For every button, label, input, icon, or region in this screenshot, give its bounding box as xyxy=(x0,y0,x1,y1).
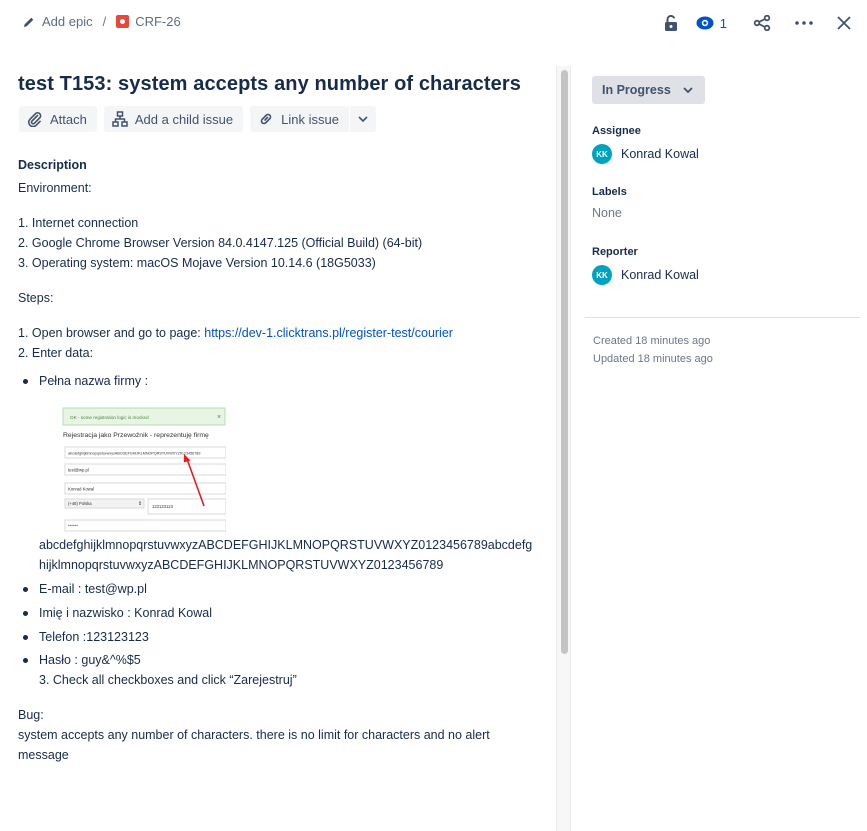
svg-text:⇕: ⇕ xyxy=(138,501,142,507)
step-3: 3. Check all checkboxes and click “Zarej… xyxy=(39,673,297,687)
breadcrumb: Add epic / CRF-26 xyxy=(22,14,181,29)
add-child-label: Add a child issue xyxy=(134,111,234,127)
close-button[interactable] xyxy=(831,10,857,36)
issue-title[interactable]: test T153: system accepts any number of … xyxy=(18,73,521,96)
assignee-name: Konrad Kowal xyxy=(621,147,699,161)
labels-value[interactable]: None xyxy=(592,206,862,220)
bug-text: system accepts any number of characters.… xyxy=(18,728,490,762)
link-icon xyxy=(260,113,272,125)
thumb-close: × xyxy=(217,414,221,421)
status-dropdown[interactable]: In Progress xyxy=(592,76,705,104)
bullet-email: E-mail : test@wp.pl xyxy=(39,582,147,596)
pencil-icon xyxy=(22,15,36,29)
bullet-company: Pełna nazwa firmy : xyxy=(39,374,149,388)
list-item: Telefon :123123123 xyxy=(18,627,538,647)
labels-label: Labels xyxy=(592,186,627,198)
data-list: Pełna nazwa firmy : OK - some registrati… xyxy=(18,371,538,690)
avatar: KK xyxy=(592,265,612,285)
issue-timestamps: Created 18 minutes ago Updated 18 minute… xyxy=(593,332,713,368)
link-issue-button[interactable]: Link issue xyxy=(250,106,349,132)
lock-button[interactable] xyxy=(658,10,684,36)
share-icon xyxy=(753,15,771,31)
updated-timestamp: Updated 18 minutes ago xyxy=(593,353,713,365)
main-scrollbar[interactable] xyxy=(556,66,570,831)
thumb-field-1: abcdefghijklmnopqrstuvwxyzABCDEFGHIJKLMN… xyxy=(68,452,200,456)
thumb-field-3: Konrad Kowal xyxy=(68,487,94,492)
lock-icon xyxy=(664,15,677,31)
env-item: 3. Operating system: macOS Mojave Versio… xyxy=(18,256,376,270)
register-page-link[interactable]: https://dev-1.clicktrans.pl/register-tes… xyxy=(204,326,453,340)
attach-button[interactable]: Attach xyxy=(19,106,97,132)
assignee-label: Assignee xyxy=(592,125,641,137)
link-issue-dropdown-button[interactable] xyxy=(349,106,376,132)
watch-button[interactable]: 1 xyxy=(696,10,727,36)
breadcrumb-separator: / xyxy=(102,14,107,29)
link-issue-label: Link issue xyxy=(281,111,339,127)
chevron-down-icon xyxy=(683,87,693,93)
reporter-label: Reporter xyxy=(592,246,638,258)
issue-actions: 1 xyxy=(646,10,857,36)
bug-issue-type-icon xyxy=(116,15,130,28)
issue-key-link[interactable]: CRF-26 xyxy=(135,14,181,29)
step-2: 2. Enter data: xyxy=(18,346,94,360)
assignee-value[interactable]: KK Konrad Kowal xyxy=(592,144,862,164)
bullet-password: Hasło : guy&^%$5 xyxy=(39,653,141,667)
list-item: Hasło : guy&^%$5 3. Check all checkboxes… xyxy=(18,650,538,690)
panel-divider xyxy=(570,66,571,831)
details-divider xyxy=(585,317,860,318)
issue-header-bar: Add epic / CRF-26 1 xyxy=(0,0,867,46)
thumb-field-5: ****** xyxy=(68,524,78,529)
bullet-phone: Telefon :123123123 xyxy=(39,630,149,644)
attachment-thumbnail[interactable]: OK - some registration logic is mocked ×… xyxy=(62,407,227,535)
paperclip-icon xyxy=(27,112,42,127)
issue-toolbar: Attach Add a child issue Link issue xyxy=(19,106,376,132)
created-timestamp: Created 18 minutes ago xyxy=(593,335,711,347)
env-item: 2. Google Chrome Browser Version 84.0.41… xyxy=(18,236,423,250)
list-item: E-mail : test@wp.pl xyxy=(18,579,538,599)
reporter-name: Konrad Kowal xyxy=(621,268,699,282)
assignee-field: Assignee KK Konrad Kowal xyxy=(592,125,862,164)
step-1: 1. Open browser and go to page: https://… xyxy=(18,323,538,343)
thumb-form-title: Rejestracja jako Przewoźnik - reprezentu… xyxy=(63,432,209,439)
watcher-count: 1 xyxy=(719,15,727,31)
issue-details-panel: In Progress Assignee KK Konrad Kowal Lab… xyxy=(592,76,862,285)
close-icon xyxy=(837,16,851,30)
step-1-text: 1. Open browser and go to page: xyxy=(18,326,205,340)
reporter-field: Reporter KK Konrad Kowal xyxy=(592,246,862,285)
thumb-field-2: test@wp.pl xyxy=(68,468,89,473)
description[interactable]: Description Environment: 1. Internet con… xyxy=(18,158,538,765)
list-item: Imię i nazwisko : Konrad Kowal xyxy=(18,603,538,623)
add-child-issue-button[interactable]: Add a child issue xyxy=(103,106,244,132)
thumb-field-4-select: (+48) Polska xyxy=(68,501,92,506)
chevron-down-icon xyxy=(358,116,368,122)
description-heading: Description xyxy=(18,158,87,172)
issue-main-panel: test T153: system accepts any number of … xyxy=(0,46,556,831)
thumb-field-4-phone: 123123123 xyxy=(152,504,174,509)
avatar: KK xyxy=(592,144,612,164)
scrollbar-thumb[interactable] xyxy=(561,70,568,654)
attach-label: Attach xyxy=(50,111,87,127)
eye-icon xyxy=(696,16,714,30)
link-issue-group: Link issue xyxy=(250,106,376,132)
status-label: In Progress xyxy=(602,83,671,97)
bullet-name: Imię i nazwisko : Konrad Kowal xyxy=(39,606,212,620)
bug-label: Bug: xyxy=(18,708,44,722)
share-button[interactable] xyxy=(749,10,775,36)
hierarchy-icon xyxy=(112,111,128,127)
reporter-value[interactable]: KK Konrad Kowal xyxy=(592,265,862,285)
more-icon xyxy=(795,21,813,25)
more-actions-button[interactable] xyxy=(791,10,817,36)
add-epic-link[interactable]: Add epic xyxy=(42,14,93,29)
thumb-banner: OK - some registration logic is mocked xyxy=(70,415,149,420)
environment-label: Environment: xyxy=(18,181,92,195)
env-item: 1. Internet connection xyxy=(18,216,139,230)
long-value-text: abcdefghijklmnopqrstuvwxyzABCDEFGHIJKLMN… xyxy=(39,538,533,572)
labels-field: Labels None xyxy=(592,186,862,220)
steps-label: Steps: xyxy=(18,291,54,305)
list-item: Pełna nazwa firmy : OK - some registrati… xyxy=(18,371,538,575)
